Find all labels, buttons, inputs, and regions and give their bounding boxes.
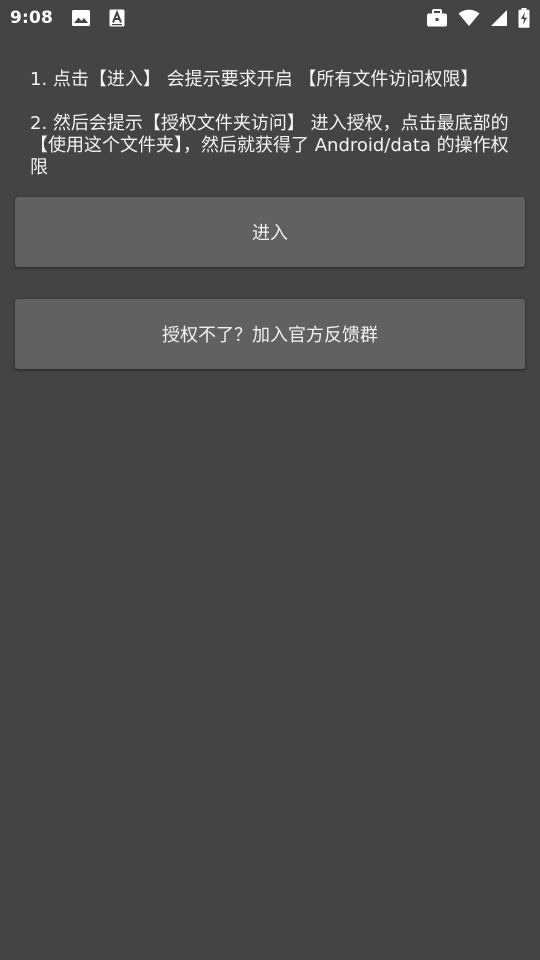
join-feedback-group-button[interactable]: 授权不了？加入官方反馈群 xyxy=(15,299,525,369)
status-bar-right xyxy=(426,8,530,28)
main-content: 1. 点击【进入】 会提示要求开启 【所有文件访问权限】 2. 然后会提示【授权… xyxy=(0,36,540,369)
font-a-icon xyxy=(109,9,125,27)
feedback-button-label: 授权不了？加入官方反馈群 xyxy=(162,325,378,346)
signal-icon xyxy=(490,9,508,27)
status-bar-left: 9:08 xyxy=(10,8,125,28)
status-bar: 9:08 xyxy=(0,0,540,36)
instruction-step-1: 1. 点击【进入】 会提示要求开启 【所有文件访问权限】 xyxy=(30,69,479,90)
enter-button[interactable]: 进入 xyxy=(15,197,525,267)
status-time: 9:08 xyxy=(10,8,54,28)
wifi-icon xyxy=(458,9,480,27)
app-screen: 9:08 1. 点击【进入】 会提示要求开启 【所有文件访问权限】 2. 然后会… xyxy=(0,0,540,960)
enter-button-label: 进入 xyxy=(252,223,288,244)
briefcase-icon xyxy=(426,9,448,27)
instruction-step-2: 2. 然后会提示【授权文件夹访问】 进入授权，点击最底部的【使用这个文件夹】，然… xyxy=(30,113,509,178)
battery-charging-icon xyxy=(518,8,530,28)
image-icon xyxy=(71,9,91,27)
